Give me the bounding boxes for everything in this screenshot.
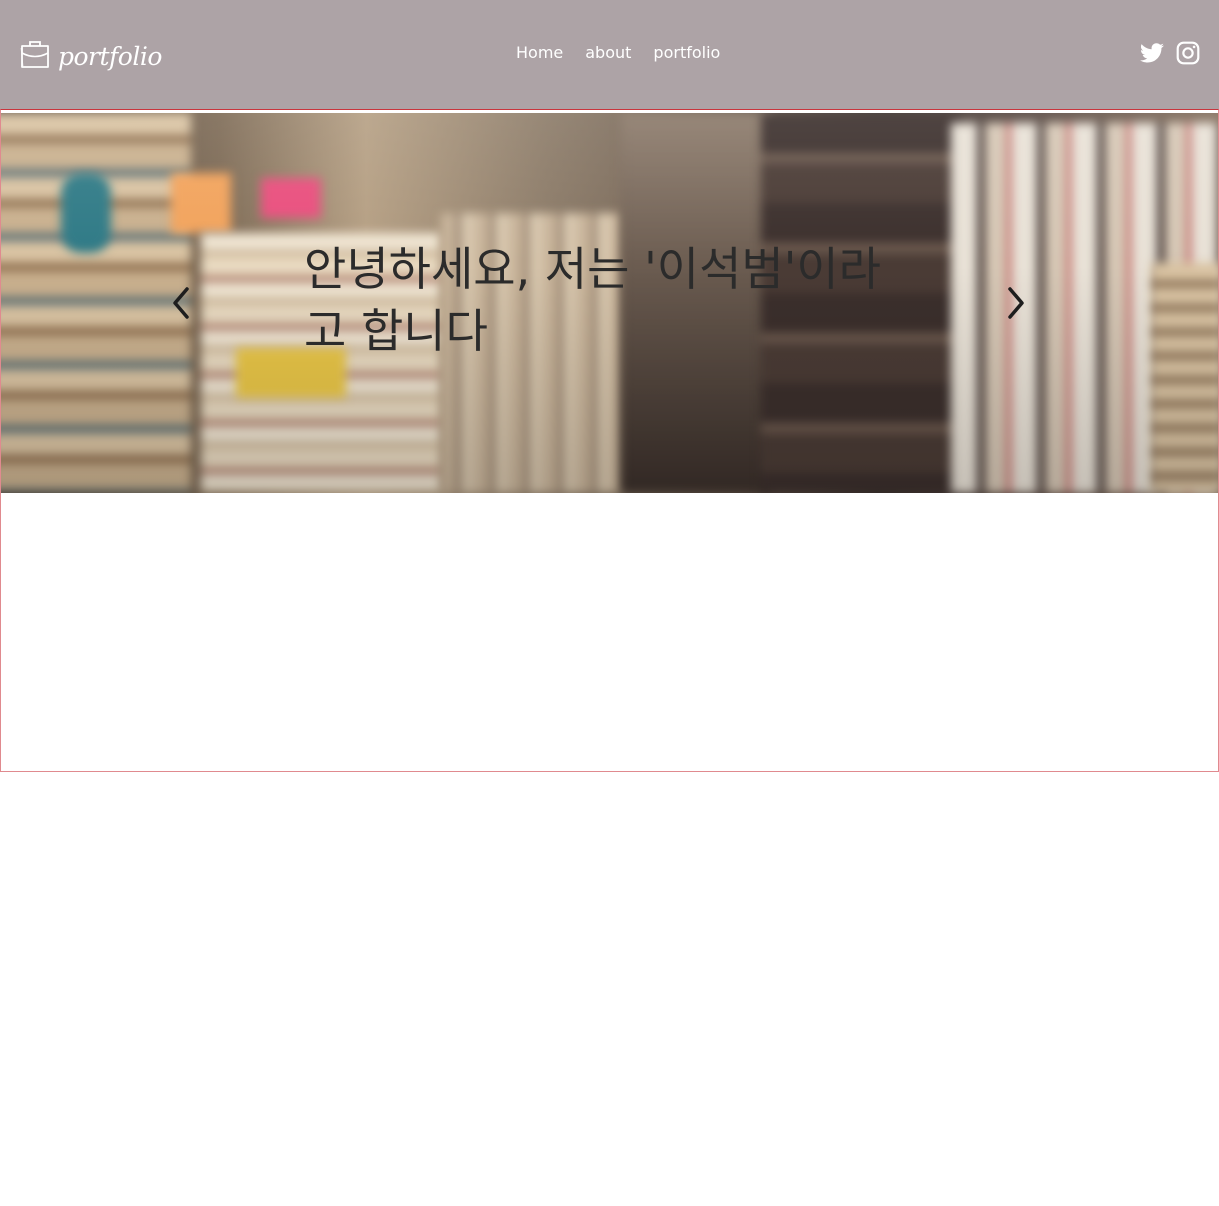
nav-about[interactable]: about (574, 43, 642, 62)
logo[interactable]: portfolio (18, 36, 162, 77)
hero-carousel: 안녕하세요, 저는 '이석범'이라고 합니다 (1, 113, 1218, 493)
hero-title: 안녕하세요, 저는 '이석범'이라고 합니다 (304, 242, 881, 358)
chevron-right-icon[interactable] (1001, 283, 1031, 323)
main-nav: Home about portfolio (505, 43, 731, 62)
chevron-left-icon[interactable] (166, 283, 196, 323)
site-header: portfolio Home about portfolio (0, 0, 1219, 110)
logo-text: portfolio (58, 42, 162, 71)
instagram-icon[interactable] (1175, 40, 1201, 66)
social-links (1139, 40, 1201, 66)
nav-portfolio[interactable]: portfolio (642, 43, 731, 62)
nav-home[interactable]: Home (505, 43, 574, 62)
briefcase-icon (18, 36, 52, 77)
twitter-icon[interactable] (1139, 40, 1165, 66)
